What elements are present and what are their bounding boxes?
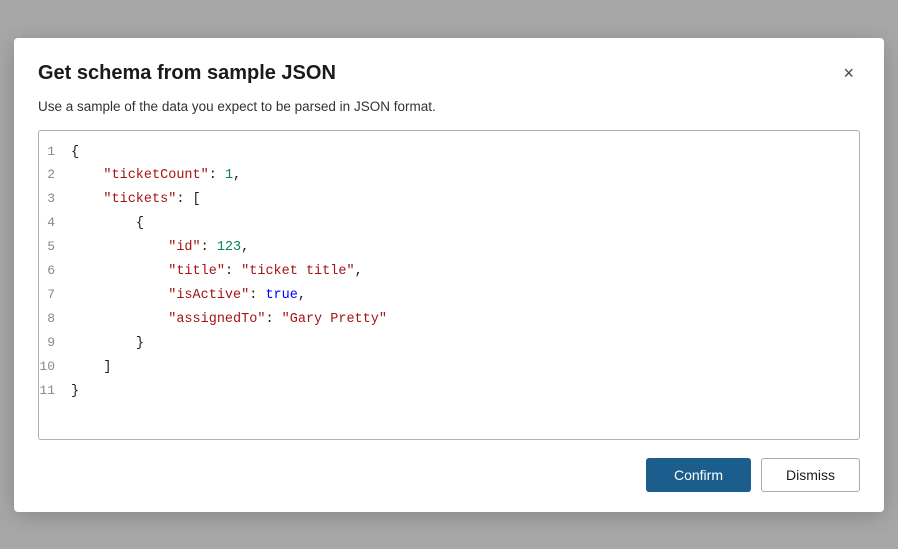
line-number: 3 <box>39 188 71 210</box>
dialog-header: Get schema from sample JSON × <box>38 62 860 85</box>
line-number: 9 <box>39 332 71 354</box>
line-number: 7 <box>39 284 71 306</box>
line-content: "id": 123, <box>71 237 249 260</box>
line-content: ] <box>71 357 112 380</box>
line-number: 4 <box>39 212 71 234</box>
indent-token <box>71 360 103 375</box>
line-content: "assignedTo": "Gary Pretty" <box>71 309 387 332</box>
line-number: 5 <box>39 236 71 258</box>
indent-token <box>71 216 136 231</box>
num-token: 123 <box>217 240 241 255</box>
key-token: "title" <box>168 264 225 279</box>
indent-token <box>71 336 136 351</box>
key-token: "assignedTo" <box>168 312 265 327</box>
line-number: 8 <box>39 308 71 330</box>
key-token: "isActive" <box>168 288 249 303</box>
comma-token: , <box>298 288 306 303</box>
comma-token: , <box>355 264 363 279</box>
code-line: 3 "tickets": [ <box>39 188 859 212</box>
key-token: "id" <box>168 240 200 255</box>
code-line: 5 "id": 123, <box>39 236 859 260</box>
dialog-footer: Confirm Dismiss <box>38 458 860 492</box>
num-token: 1 <box>225 168 233 183</box>
key-token: "ticketCount" <box>103 168 208 183</box>
indent-token <box>71 312 168 327</box>
line-content: } <box>71 333 144 356</box>
comma-token: , <box>233 168 241 183</box>
code-line: 6 "title": "ticket title", <box>39 260 859 284</box>
line-content: "ticketCount": 1, <box>71 165 241 188</box>
brace-token: } <box>71 384 79 399</box>
colon-token: : <box>249 288 265 303</box>
dismiss-button[interactable]: Dismiss <box>761 458 860 492</box>
dialog-subtitle: Use a sample of the data you expect to b… <box>38 99 860 114</box>
brace-token: { <box>71 145 79 160</box>
line-number: 10 <box>39 356 71 378</box>
code-line: 11} <box>39 380 859 404</box>
line-content: "tickets": [ <box>71 189 201 212</box>
line-number: 6 <box>39 260 71 282</box>
close-button[interactable]: × <box>837 62 860 84</box>
indent-token <box>71 264 168 279</box>
colon-token: : <box>201 240 217 255</box>
code-line: 4 { <box>39 212 859 236</box>
dialog: Get schema from sample JSON × Use a samp… <box>14 38 884 512</box>
modal-overlay: Get schema from sample JSON × Use a samp… <box>0 0 898 549</box>
code-line: 9 } <box>39 332 859 356</box>
indent-token <box>71 168 103 183</box>
code-line: 1{ <box>39 141 859 165</box>
code-line: 7 "isActive": true, <box>39 284 859 308</box>
line-number: 2 <box>39 164 71 186</box>
bool-token: true <box>265 288 297 303</box>
dialog-title: Get schema from sample JSON <box>38 62 336 85</box>
code-line: 2 "ticketCount": 1, <box>39 164 859 188</box>
line-content: "isActive": true, <box>71 285 306 308</box>
colon-token: : <box>225 264 241 279</box>
colon-token: : <box>209 168 225 183</box>
bracket-token: ] <box>103 360 111 375</box>
str-token: "Gary Pretty" <box>282 312 387 327</box>
code-editor[interactable]: 1{2 "ticketCount": 1,3 "tickets": [4 {5 … <box>38 130 860 440</box>
colon-token: : <box>176 192 192 207</box>
bracket-token: [ <box>193 192 201 207</box>
indent-token <box>71 288 168 303</box>
line-content: } <box>71 381 79 404</box>
comma-token: , <box>241 240 249 255</box>
brace-token: } <box>136 336 144 351</box>
code-line: 8 "assignedTo": "Gary Pretty" <box>39 308 859 332</box>
code-line: 10 ] <box>39 356 859 380</box>
line-content: { <box>71 142 79 165</box>
line-number: 11 <box>39 380 71 402</box>
line-number: 1 <box>39 141 71 163</box>
indent-token <box>71 192 103 207</box>
colon-token: : <box>265 312 281 327</box>
line-content: "title": "ticket title", <box>71 261 363 284</box>
brace-token: { <box>136 216 144 231</box>
line-content: { <box>71 213 144 236</box>
confirm-button[interactable]: Confirm <box>646 458 751 492</box>
indent-token <box>71 240 168 255</box>
str-token: "ticket title" <box>241 264 354 279</box>
key-token: "tickets" <box>103 192 176 207</box>
